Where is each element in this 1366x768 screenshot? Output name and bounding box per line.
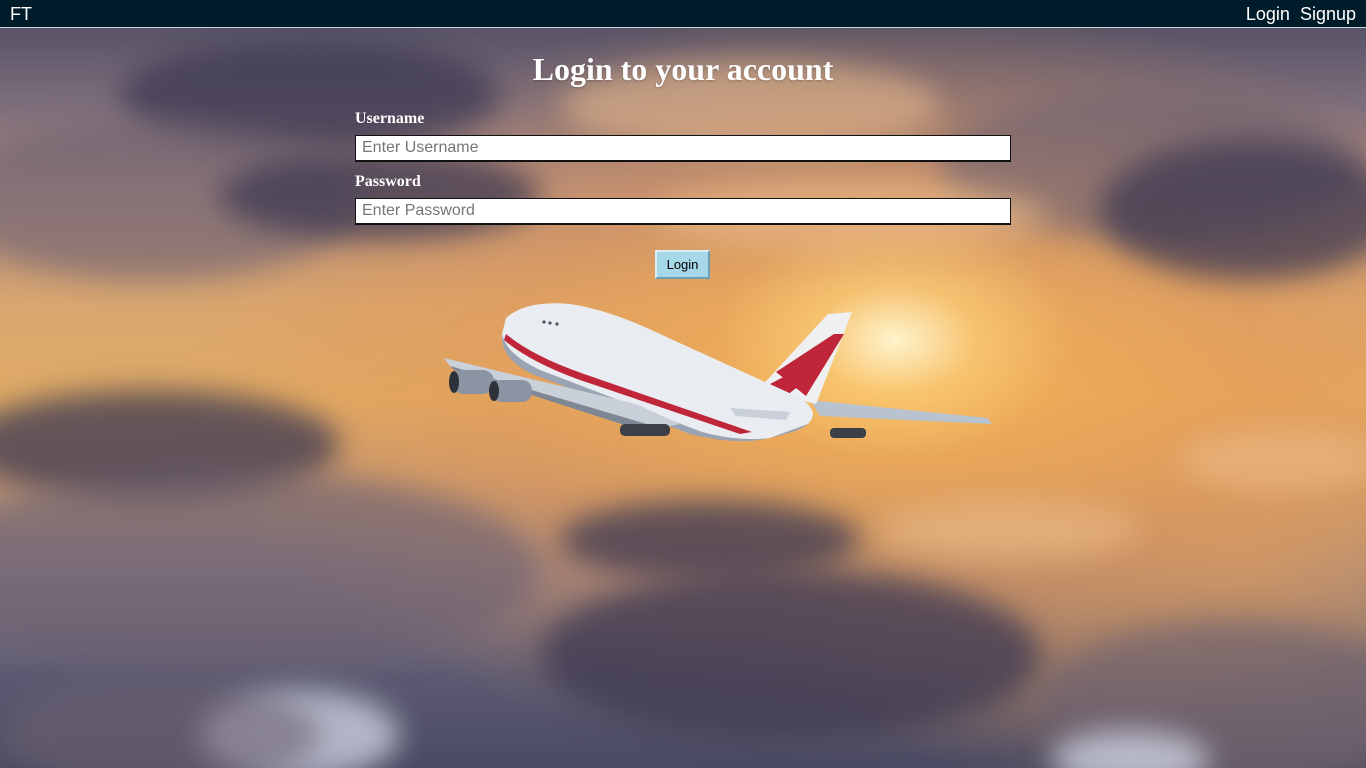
nav-login-link[interactable]: Login — [1246, 4, 1290, 24]
login-submit-button[interactable]: Login — [655, 250, 710, 279]
password-label: Password — [355, 173, 421, 190]
username-label: Username — [355, 110, 425, 127]
login-title: Login to your account — [532, 51, 834, 87]
nav-signup-link[interactable]: Signup — [1300, 4, 1356, 24]
top-navbar: FT Login Signup — [0, 0, 1366, 28]
username-input[interactable] — [355, 135, 1011, 162]
brand-logo-link[interactable]: FT — [10, 4, 32, 24]
airplane-illustration — [444, 303, 992, 442]
login-page: FT Login Signup Login to your account Us… — [0, 0, 1366, 768]
nav-links: Login Signup — [1246, 4, 1356, 24]
password-input[interactable] — [355, 198, 1011, 225]
